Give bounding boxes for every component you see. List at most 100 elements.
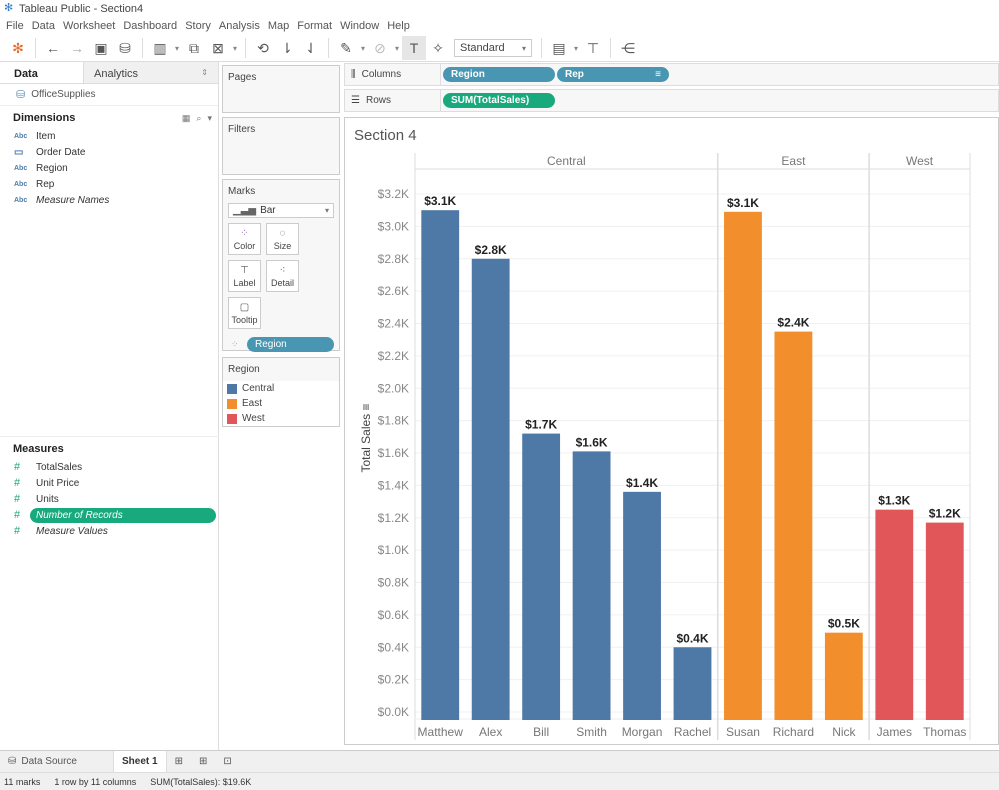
pill-region: Region — [247, 337, 334, 352]
view-data-icon[interactable]: ▦ — [182, 113, 191, 124]
status-bar: 11 marks 1 row by 11 columns SUM(TotalSa… — [0, 772, 999, 790]
y-tick-label: $2.2K — [378, 349, 409, 363]
new-worksheet-icon[interactable]: ⊞ — [167, 751, 191, 773]
menu-story[interactable]: Story — [181, 20, 215, 32]
datasource-item[interactable]: ⛁ OfficeSupplies — [0, 84, 218, 106]
back-icon[interactable]: ← — [41, 36, 65, 60]
show-labels-icon[interactable]: T — [402, 36, 426, 60]
measure-item[interactable]: # Units — [0, 491, 219, 507]
measures-header: Measures — [0, 437, 219, 459]
presentation-icon[interactable]: ⊤ — [581, 36, 605, 60]
legend-item-west[interactable]: West — [223, 411, 339, 426]
rows-shelf[interactable]: ☰ Rows SUM(TotalSales) — [344, 89, 999, 112]
dropdown-icon[interactable]: ▾ — [571, 36, 581, 60]
dimension-item[interactable]: Abc Rep — [0, 176, 218, 192]
field-name: Measure Names — [36, 194, 110, 206]
pages-card[interactable]: Pages — [222, 65, 340, 113]
y-tick-label: $1.4K — [378, 478, 409, 492]
new-datasource-icon[interactable]: ⛁ — [113, 36, 137, 60]
legend-item-central[interactable]: Central — [223, 381, 339, 396]
highlight-icon[interactable]: ✎ — [334, 36, 358, 60]
field-name: Measure Values — [36, 525, 108, 537]
columns-shelf[interactable]: ⫼ Columns Region Rep ≡ — [344, 63, 999, 86]
pill-region[interactable]: Region — [443, 67, 555, 82]
clear-sheet-icon[interactable]: ⊠ — [206, 36, 230, 60]
pill-rep[interactable]: Rep ≡ — [557, 67, 669, 82]
measure-item[interactable]: # Unit Price — [0, 475, 219, 491]
measure-item[interactable]: # Measure Values — [0, 523, 219, 539]
menu-worksheet[interactable]: Worksheet — [59, 20, 119, 32]
color-button[interactable]: ⁘ Color — [228, 223, 261, 255]
detail-button[interactable]: ⁖ Detail — [266, 260, 299, 292]
tab-data-source[interactable]: ⛁ Data Source — [0, 751, 85, 773]
legend-label: West — [242, 413, 265, 424]
y-tick-label: $2.4K — [378, 317, 409, 331]
menu-dropdown-icon[interactable]: ▾ — [207, 113, 212, 124]
size-button[interactable]: ◌ Size — [266, 223, 299, 255]
group-icon[interactable]: ⊘ — [368, 36, 392, 60]
measure-item[interactable]: # TotalSales — [0, 459, 219, 475]
dropdown-icon[interactable]: ▾ — [172, 36, 182, 60]
dimension-item[interactable]: ▭ Order Date — [0, 144, 218, 160]
status-marks: 11 marks — [4, 776, 41, 787]
search-icon[interactable]: ⌕ — [196, 113, 201, 124]
tab-analytics[interactable]: Analytics ⇕ — [83, 62, 218, 83]
dimension-item[interactable]: Abc Region — [0, 160, 218, 176]
toolbar-divider — [142, 38, 143, 58]
sort-ascending-icon[interactable]: ⇂ — [275, 36, 299, 60]
save-icon[interactable]: ▣ — [89, 36, 113, 60]
dimension-item[interactable]: Abc Measure Names — [0, 192, 218, 208]
share-icon[interactable]: ⋲ — [616, 36, 640, 60]
x-tick-label: Rachel — [674, 725, 711, 739]
menu-data[interactable]: Data — [28, 20, 59, 32]
toolbar-divider — [245, 38, 246, 58]
duplicate-sheet-icon[interactable]: ⧉ — [182, 36, 206, 60]
new-story-icon[interactable]: ⊡ — [215, 751, 239, 773]
bar-label: $0.4K — [676, 631, 708, 645]
field-name: Order Date — [36, 146, 86, 158]
dimension-item[interactable]: Abc Item — [0, 128, 218, 144]
toolbar: ✻ ← → ▣ ⛁ ▥ ▾ ⧉ ⊠ ▾ ⟲ ⇂ ⇃ ✎ ▾ ⊘ ▾ T ✧ St… — [0, 35, 999, 62]
fit-select[interactable]: Standard ▾ — [454, 39, 532, 57]
columns-label: Columns — [361, 69, 402, 80]
detail-label: Detail — [270, 277, 294, 288]
measure-item-selected[interactable]: # Number of Records — [0, 507, 219, 523]
string-type-icon: Abc — [14, 180, 28, 188]
tableau-logo-icon[interactable]: ✻ — [6, 36, 30, 60]
pill-sum-totalsales[interactable]: SUM(TotalSales) — [443, 93, 555, 108]
y-tick-label: $2.8K — [378, 252, 409, 266]
field-name: Unit Price — [36, 477, 80, 489]
dropdown-icon[interactable]: ▾ — [358, 36, 368, 60]
cards-pane: Pages Filters Marks ▁▃▅ Bar ▾ ⁘ Color ◌ Siz… — [222, 62, 342, 750]
filters-card[interactable]: Filters — [222, 117, 340, 175]
forward-icon[interactable]: → — [65, 36, 89, 60]
bar-chart-icon: ▁▃▅ — [233, 205, 257, 216]
dropdown-icon[interactable]: ▾ — [392, 36, 402, 60]
bar-label: $1.7K — [525, 418, 557, 432]
label-button[interactable]: ⊤ Label — [228, 260, 261, 292]
sort-descending-icon[interactable]: ⇃ — [299, 36, 323, 60]
menu-format[interactable]: Format — [293, 20, 336, 32]
string-type-icon: Abc — [14, 132, 28, 140]
tab-data[interactable]: Data — [0, 62, 83, 83]
tooltip-button[interactable]: ▢ Tooltip — [228, 297, 261, 329]
menu-help[interactable]: Help — [383, 20, 414, 32]
menu-window[interactable]: Window — [336, 20, 383, 32]
tab-sheet-1[interactable]: Sheet 1 — [112, 750, 167, 773]
menu-file[interactable]: File — [2, 20, 28, 32]
menu-dashboard[interactable]: Dashboard — [119, 20, 181, 32]
pin-icon[interactable]: ✧ — [426, 36, 450, 60]
swap-icon[interactable]: ⟲ — [251, 36, 275, 60]
new-dashboard-icon[interactable]: ⊞ — [191, 751, 215, 773]
status-dimensions: 1 row by 11 columns — [54, 776, 137, 787]
new-worksheet-icon[interactable]: ▥ — [148, 36, 172, 60]
mark-type-select[interactable]: ▁▃▅ Bar ▾ — [228, 203, 334, 218]
toolbar-divider — [610, 38, 611, 58]
dropdown-icon[interactable]: ▾ — [230, 36, 240, 60]
legend-item-east[interactable]: East — [223, 396, 339, 411]
show-me-icon[interactable]: ▤ — [547, 36, 571, 60]
menu-analysis[interactable]: Analysis — [215, 20, 264, 32]
marks-pill-color[interactable]: ⁘ Region — [231, 337, 334, 352]
x-tick-label: Susan — [726, 725, 760, 739]
menu-map[interactable]: Map — [264, 20, 293, 32]
